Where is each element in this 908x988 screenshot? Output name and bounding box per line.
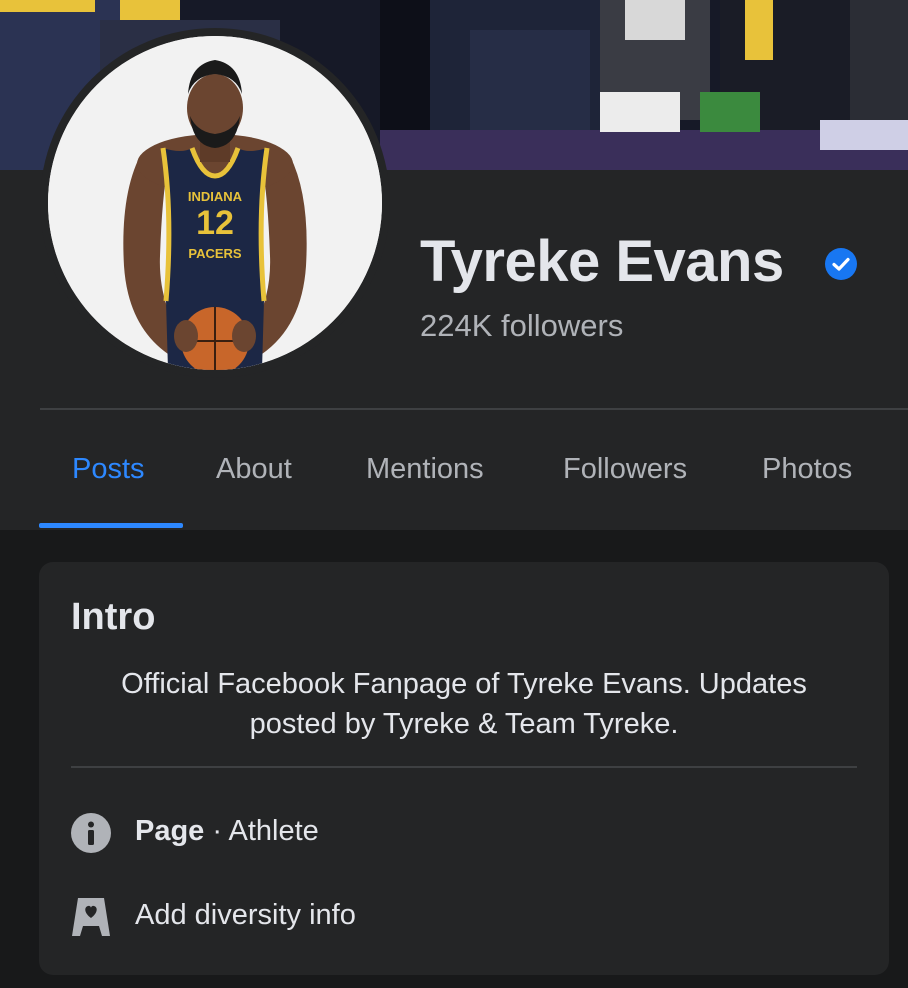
- page-separator: ·: [204, 815, 229, 847]
- intro-title: Intro: [71, 596, 156, 638]
- player-photo: INDIANA 12 PACERS: [48, 36, 382, 370]
- intro-bio-line-1: Official Facebook Fanpage of Tyreke Evan…: [121, 668, 807, 700]
- tab-photos[interactable]: Photos: [762, 453, 852, 486]
- page-category-row: Page · Athlete: [135, 815, 319, 848]
- info-icon: [71, 813, 111, 853]
- jersey-team-bottom: PACERS: [188, 246, 242, 261]
- header-divider: [40, 408, 908, 410]
- tab-posts[interactable]: Posts: [72, 453, 145, 486]
- intro-bio: Official Facebook Fanpage of Tyreke Evan…: [71, 664, 857, 744]
- profile-name: Tyreke Evans: [420, 229, 784, 294]
- tab-mentions[interactable]: Mentions: [366, 453, 484, 486]
- diversity-heart-icon: [72, 898, 110, 936]
- intro-bio-line-2: posted by Tyreke & Team Tyreke.: [249, 708, 679, 740]
- tab-followers[interactable]: Followers: [563, 453, 687, 486]
- verified-badge-icon: [825, 248, 857, 280]
- jersey-number: 12: [196, 204, 234, 242]
- profile-avatar[interactable]: INDIANA 12 PACERS: [48, 36, 382, 370]
- active-tab-indicator: [39, 523, 183, 528]
- page-category[interactable]: Athlete: [229, 815, 319, 847]
- followers-count[interactable]: 224K followers: [420, 308, 623, 344]
- page-label: Page: [135, 815, 205, 847]
- tab-about[interactable]: About: [216, 453, 292, 486]
- add-diversity-info-link[interactable]: Add diversity info: [135, 899, 356, 932]
- intro-divider: [71, 766, 857, 768]
- jersey-team-top: INDIANA: [188, 189, 243, 204]
